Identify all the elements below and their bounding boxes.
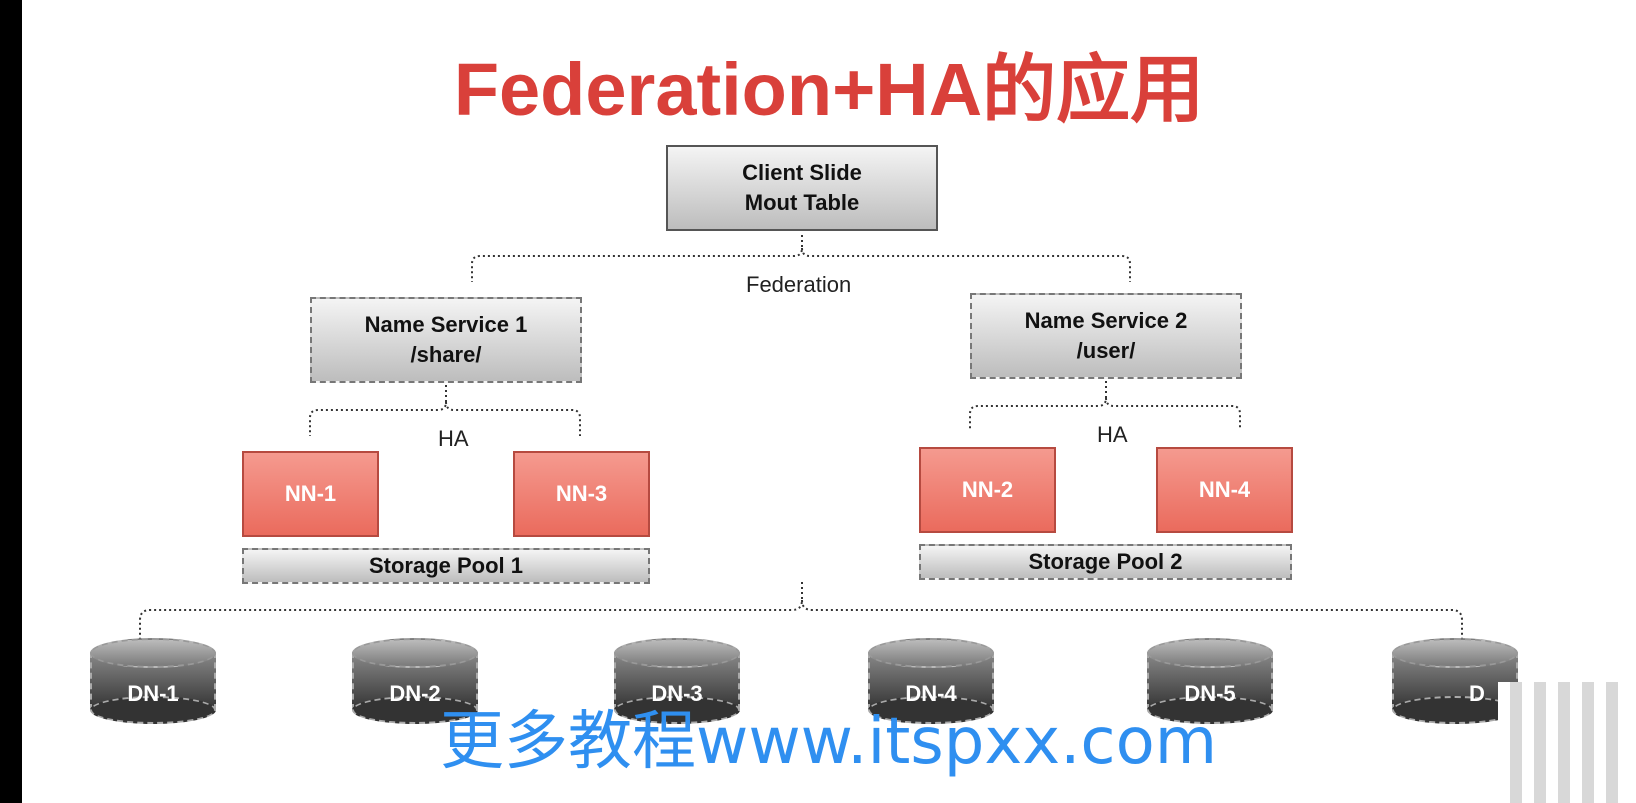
datanode-dn-1: DN-1 xyxy=(90,638,216,724)
name-service-2-title: Name Service 2 xyxy=(1024,308,1188,334)
namenode-nn-2: NN-2 xyxy=(919,447,1056,533)
storage-pool-1: Storage Pool 1 xyxy=(242,548,650,584)
nn-2-label: NN-2 xyxy=(961,477,1014,503)
client-line2: Mout Table xyxy=(744,190,860,215)
nn-4-label: NN-4 xyxy=(1198,477,1251,503)
nn-3-label: NN-3 xyxy=(555,481,608,507)
client-line1: Client Slide xyxy=(742,160,862,186)
storage-pool-1-label: Storage Pool 1 xyxy=(368,553,524,579)
ha-label-1: HA xyxy=(438,426,469,451)
namenode-nn-1: NN-1 xyxy=(242,451,379,537)
storage-pool-2-label: Storage Pool 2 xyxy=(1028,549,1183,575)
slide: Federation+HA的应用 Client Slide Mout Table… xyxy=(22,0,1636,803)
name-service-1-title: Name Service 1 xyxy=(364,312,528,338)
namenode-nn-3: NN-3 xyxy=(513,451,650,537)
watermark-text: 更多教程www.itspxx.com xyxy=(440,705,1218,779)
page-title: Federation+HA的应用 xyxy=(453,48,1205,131)
name-service-2-box: Name Service 2 /user/ xyxy=(970,293,1242,379)
nn-1-label: NN-1 xyxy=(284,481,337,507)
namenode-nn-4: NN-4 xyxy=(1156,447,1293,533)
name-service-1-path: /share/ xyxy=(410,342,482,367)
name-service-1-box: Name Service 1 /share/ xyxy=(310,297,582,383)
client-mount-table-box: Client Slide Mout Table xyxy=(666,145,938,231)
ha-label-2: HA xyxy=(1097,422,1128,447)
dn-1-label: DN-1 xyxy=(127,681,179,706)
corner-overlay xyxy=(1498,682,1636,803)
federation-label: Federation xyxy=(746,272,852,297)
storage-pool-2: Storage Pool 2 xyxy=(919,544,1292,580)
name-service-2-path: /user/ xyxy=(1076,338,1136,363)
